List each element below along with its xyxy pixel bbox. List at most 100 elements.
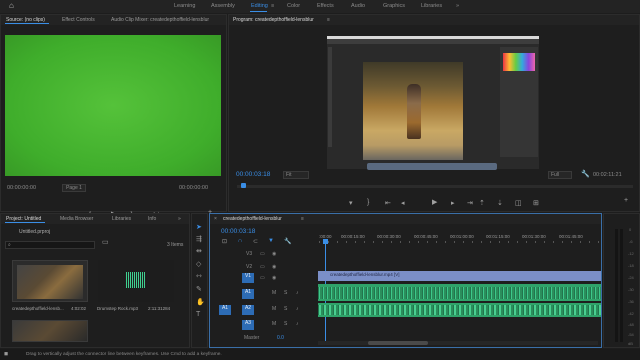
track-v2[interactable]: V2 [246,264,252,270]
step-forward-icon[interactable]: ▸ [451,199,455,207]
overflow-icon[interactable]: » [178,216,181,222]
audio-meters: 0 -6 -12 -18 -24 -30 -36 -42 -48 -54 dB [603,213,640,348]
eye-icon[interactable]: ◉ [272,264,276,270]
program-scrub-bar[interactable] [237,185,633,188]
timeline-timecode[interactable]: 00:00:03:18 [221,228,255,235]
workspace-menu-icon[interactable]: ≡ [271,3,274,9]
linked-selection-icon[interactable]: ⊂ [253,238,258,245]
scrollbar-thumb[interactable] [368,341,428,345]
selection-tool-icon[interactable]: ➤ [196,223,202,231]
mic-icon[interactable]: ♪ [296,321,299,327]
mic-icon[interactable]: ♪ [296,306,299,312]
track-select-tool-icon[interactable]: ⇶ [196,235,202,243]
mute-icon[interactable]: M [272,306,276,312]
workspace-tab-audio[interactable]: Audio [351,3,365,9]
razor-tool-icon[interactable]: ◇ [196,260,201,268]
overflow-icon[interactable]: » [456,3,459,9]
clip-thumbnail[interactable] [12,260,88,302]
timeline-scrollbar[interactable] [318,341,598,345]
clip-thumbnail-3[interactable] [12,320,88,342]
program-timecode[interactable]: 00:00:03:18 [236,171,270,178]
full-dropdown[interactable]: Full [548,171,572,179]
workspace-tab-editing[interactable]: Editing [251,3,268,9]
workspace-tab-learning[interactable]: Learning [174,3,195,9]
audio-clip-a1[interactable] [318,284,601,301]
source-a1-patch[interactable]: A1 [219,305,231,315]
tab-libraries[interactable]: Libraries [112,216,131,222]
page-selector[interactable]: Page 1 [62,184,86,192]
master-value[interactable]: 0.0 [277,335,284,341]
track-a2-target[interactable]: A2 [242,305,254,315]
extract-icon[interactable]: ⇣ [497,199,503,207]
eye-icon[interactable]: ◉ [272,251,276,257]
workspace-tab-libraries[interactable]: Libraries [421,3,442,9]
lock-icon[interactable]: ▭ [260,251,265,257]
add-marker-icon[interactable]: ▼ [268,238,274,244]
time-ruler[interactable]: :00:00 00:00:15:00 00:00:30:00 00:00:45:… [319,232,599,244]
thumbnail-image [17,265,83,299]
timeline-settings-icon[interactable]: 🔧 [284,238,291,245]
tab-program[interactable]: Program: createdepthoffield-lensblur [233,17,314,23]
timeline-menu-icon[interactable]: ≡ [301,216,304,222]
eye-icon[interactable]: ◉ [272,275,276,281]
solo-icon[interactable]: S [284,306,287,312]
compare-icon[interactable]: ⊞ [533,199,539,207]
hand-tool-icon[interactable]: ✋ [196,298,205,306]
photoshop-swatches [503,53,535,71]
add-button-icon[interactable]: + [624,197,628,204]
video-clip[interactable]: createdepthoffield-lensblur.mp4 [V] [318,271,601,281]
workspace-tab-color[interactable]: Color [287,3,300,9]
play-icon[interactable]: ▶ [432,198,437,206]
photoshop-dock [367,163,497,170]
fit-dropdown[interactable]: Fit [283,171,309,179]
mic-icon[interactable]: ♪ [296,290,299,296]
lock-icon[interactable]: ▭ [260,275,265,281]
track-v1-target[interactable]: V1 [242,273,254,283]
type-tool-icon[interactable]: T [196,311,200,318]
magnet-icon[interactable]: ∩ [238,238,242,244]
snap-icon[interactable]: ⊡ [222,238,227,245]
mark-out-icon[interactable]: } [367,199,369,206]
folder-icon[interactable]: ▭ [102,238,109,246]
tab-info[interactable]: Info [148,216,156,222]
solo-icon[interactable]: S [284,321,287,327]
tab-timeline-sequence[interactable]: createdepthoffield-lensblur [223,216,282,222]
lock-icon[interactable]: ▭ [260,264,265,270]
track-a1: A1 [244,289,252,295]
mute-icon[interactable]: M [272,321,276,327]
ripple-edit-tool-icon[interactable]: ⇹ [196,247,202,255]
slip-tool-icon[interactable]: ⇿ [196,272,202,280]
photoshop-tools [328,47,332,147]
program-panel: Program: createdepthoffield-lensblur ≡ 0… [228,14,640,212]
project-search-field[interactable]: ⌕ [5,241,95,249]
tab-media-browser[interactable]: Media Browser [60,216,93,222]
track-a1-target[interactable]: A1 [242,289,254,299]
close-icon[interactable]: × [214,216,217,222]
project-tabrow: Project: Untitled Media Browser Librarie… [1,214,189,224]
mark-in-icon[interactable]: ▾ [349,199,353,207]
tab-audio-clip-mixer[interactable]: Audio Clip Mixer: createdepthoffield-len… [111,17,209,23]
audio-thumbnail[interactable] [98,260,174,302]
project-filename: Untitled.prproj [19,229,51,235]
go-to-out-icon[interactable]: ⇥ [467,199,473,207]
export-frame-icon[interactable]: ◫ [515,199,522,207]
track-a3-target[interactable]: A3 [242,320,254,330]
tab-effect-controls[interactable]: Effect Controls [62,17,95,23]
workspace-tab-graphics[interactable]: Graphics [383,3,405,9]
workspace-tab-assembly[interactable]: Assembly [211,3,235,9]
step-back-icon[interactable]: ◂ [401,199,405,207]
home-icon[interactable]: ⌂ [9,1,14,10]
audio-clip-a2[interactable] [318,303,601,317]
program-menu-icon[interactable]: ≡ [327,17,330,23]
mute-icon[interactable]: M [272,290,276,296]
track-v3[interactable]: V3 [246,251,252,257]
settings-icon[interactable]: 🔧 [581,170,590,178]
pen-tool-icon[interactable]: ✎ [196,285,202,293]
solo-icon[interactable]: S [284,290,287,296]
source-timecode-right: 00:00:00:00 [179,185,209,191]
program-playhead[interactable] [241,183,246,188]
lift-icon[interactable]: ⇡ [479,199,485,207]
timeline-tabrow: × createdepthoffield-lensblur ≡ [210,214,601,224]
workspace-tab-effects[interactable]: Effects [317,3,334,9]
go-to-in-icon[interactable]: ⇤ [385,199,391,207]
